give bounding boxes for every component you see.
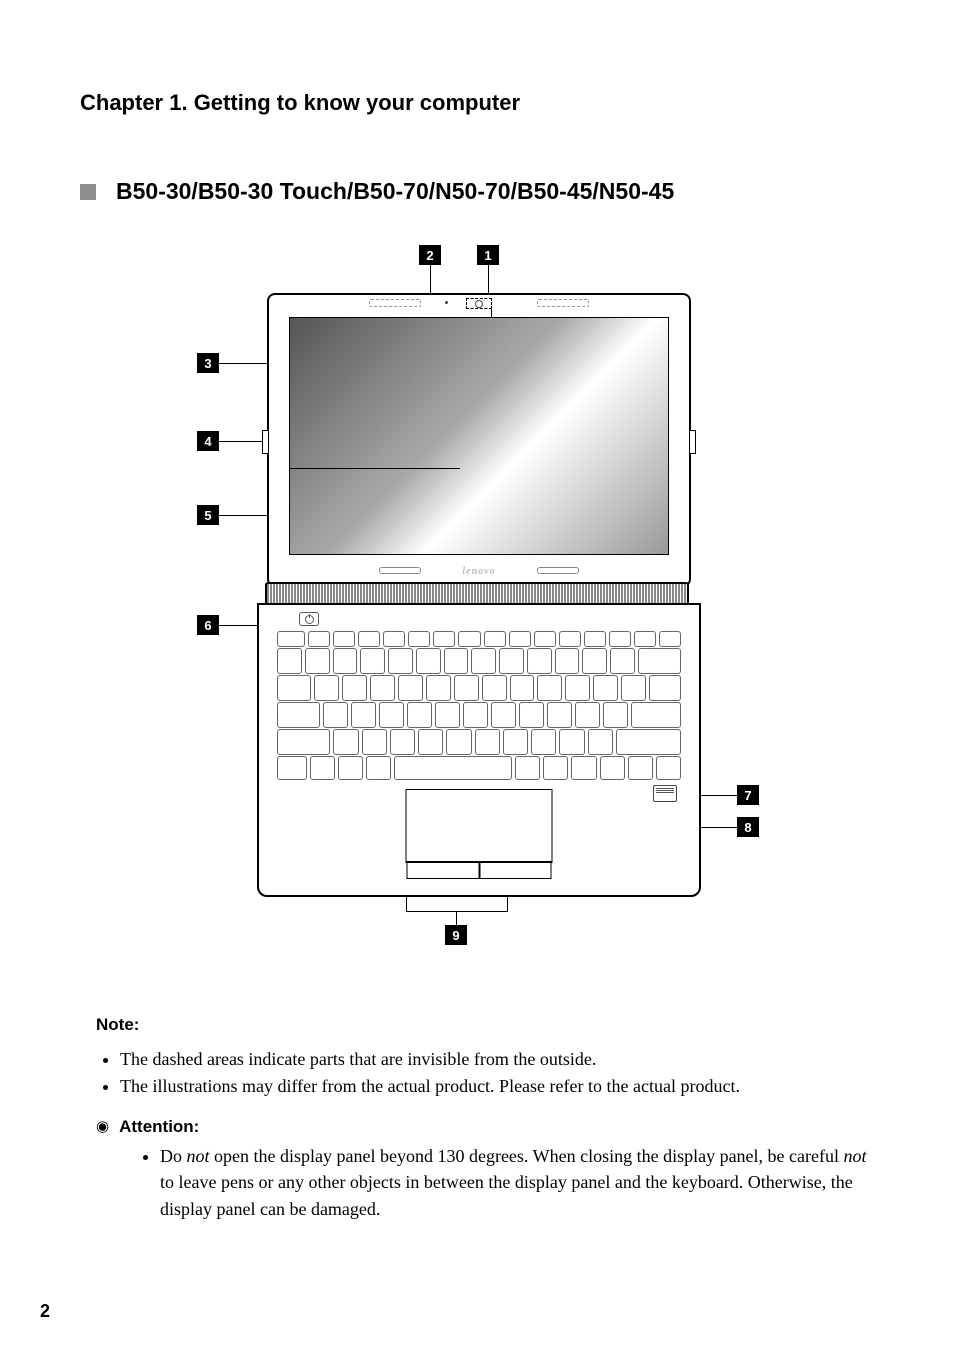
leader-line	[219, 441, 267, 442]
keyboard-icon	[277, 631, 681, 781]
lid-latch-left	[262, 430, 269, 454]
display-lid: lenovo	[267, 293, 691, 587]
laptop-diagram: 2 1 3 4 5 6 7 8 9	[167, 245, 787, 945]
note-item: The dashed areas indicate parts that are…	[120, 1047, 858, 1072]
figure-container: 2 1 3 4 5 6 7 8 9	[80, 245, 874, 945]
subheading-row: B50-30/B50-30 Touch/B50-70/N50-70/B50-45…	[80, 178, 874, 205]
wlan-antenna-left-icon	[369, 299, 421, 307]
attention-header: ◉ Attention:	[96, 1117, 874, 1137]
callout-2: 2	[419, 245, 441, 265]
callout-4: 4	[197, 431, 219, 451]
attention-title: Attention:	[119, 1117, 199, 1137]
attention-icon: ◉	[96, 1120, 109, 1135]
callout-5: 5	[197, 505, 219, 525]
note-list: The dashed areas indicate parts that are…	[120, 1047, 858, 1099]
callout-1: 1	[477, 245, 499, 265]
note-title: Note:	[96, 1015, 858, 1035]
callout-7: 7	[737, 785, 759, 805]
attention-body: Do not open the display panel beyond 130…	[140, 1143, 874, 1221]
brand-logo: lenovo	[269, 566, 689, 577]
callout-9: 9	[445, 925, 467, 945]
subheading-text: B50-30/B50-30 Touch/B50-70/N50-70/B50-45…	[116, 178, 674, 205]
camera-lens-icon	[475, 300, 483, 308]
power-button-icon	[299, 612, 319, 626]
callout-6: 6	[197, 615, 219, 635]
page-number: 2	[40, 1301, 50, 1322]
microphone-icon	[445, 301, 448, 304]
touchpad-buttons-icon	[407, 861, 552, 879]
leader-line	[219, 363, 269, 364]
display-screen	[289, 317, 669, 555]
lid-latch-right	[689, 430, 696, 454]
callout-3: 3	[197, 353, 219, 373]
leader-line	[406, 911, 508, 912]
laptop-deck	[257, 603, 701, 897]
leader-line	[290, 468, 460, 469]
fingerprint-reader-icon	[653, 785, 677, 802]
chapter-title: Chapter 1. Getting to know your computer	[80, 90, 874, 116]
subheading-bullet-icon	[80, 184, 96, 200]
attention-item: Do not open the display panel beyond 130…	[160, 1143, 874, 1221]
callout-8: 8	[737, 817, 759, 837]
note-item: The illustrations may differ from the ac…	[120, 1074, 858, 1099]
note-block: Note: The dashed areas indicate parts th…	[96, 1015, 858, 1099]
wlan-antenna-right-icon	[537, 299, 589, 307]
leader-line	[456, 911, 457, 925]
power-glyph-icon	[305, 615, 314, 624]
touchpad-icon	[406, 789, 553, 863]
